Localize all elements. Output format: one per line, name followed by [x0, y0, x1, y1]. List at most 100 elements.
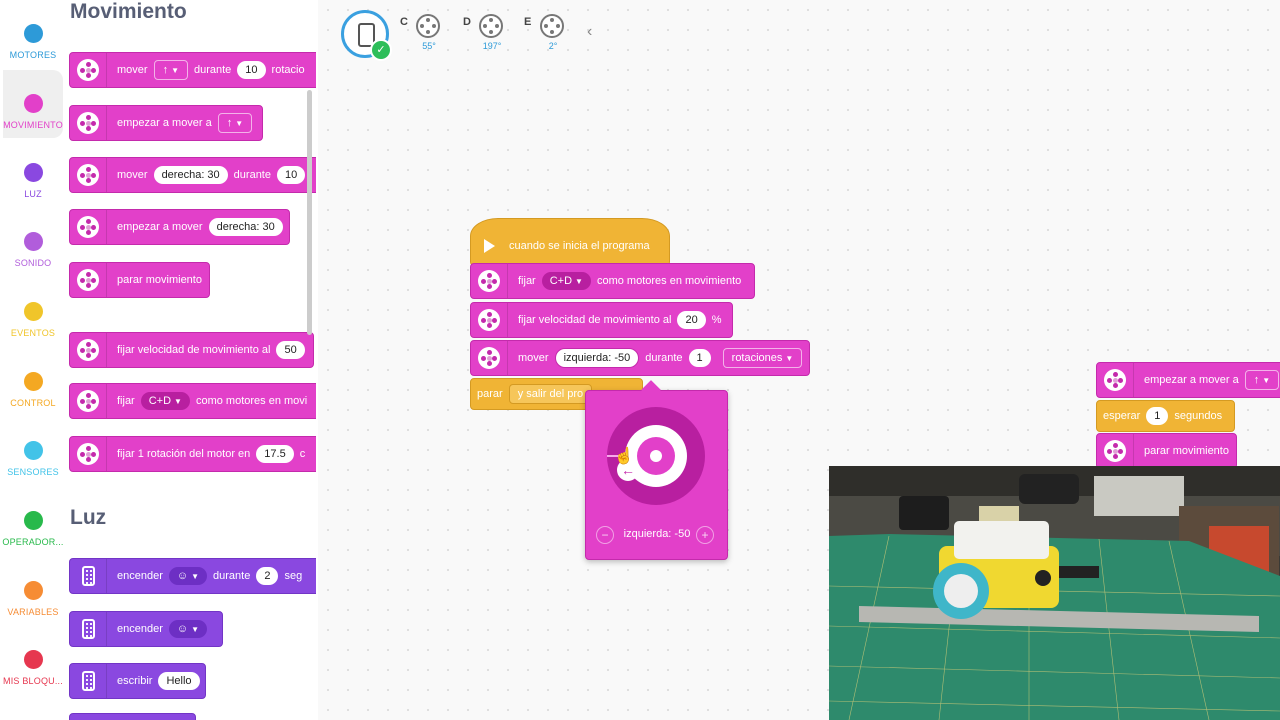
category-dot: [23, 302, 43, 321]
palette-light-on-duration-block[interactable]: encender ☺ ▼ durante 2 seg: [69, 558, 316, 594]
category-eventos[interactable]: EVENTOS: [0, 278, 66, 346]
category-luz[interactable]: LUZ: [0, 139, 66, 207]
speed-input[interactable]: 20: [677, 311, 706, 329]
wait-block[interactable]: esperar 1 segundos: [1096, 400, 1235, 432]
category-sensores[interactable]: SENSORES: [0, 417, 66, 485]
category-mis-bloques[interactable]: MIS BLOQU...: [0, 626, 66, 694]
ports-dropdown[interactable]: C+D ▼: [140, 392, 190, 410]
motor-pair-icon: [1097, 363, 1134, 397]
robot-photo: [829, 466, 1280, 720]
block-text: empezar a mover a: [1144, 374, 1239, 386]
category-dot: [23, 232, 43, 251]
value-input[interactable]: 17.5: [256, 445, 294, 463]
section-title-luz: Luz: [70, 506, 107, 529]
steering-input[interactable]: derecha: 30: [208, 218, 283, 236]
motor-pair-icon: [70, 333, 107, 367]
steering-input[interactable]: derecha: 30: [153, 166, 228, 184]
steering-dial-popup[interactable]: ← − izquierda: -50 +: [585, 380, 728, 560]
motor-pair-icon: [471, 303, 508, 337]
port-letter: E: [524, 16, 532, 28]
palette-scrollbar[interactable]: [307, 90, 312, 335]
caret-down-icon: ▼: [174, 397, 182, 406]
block-palette[interactable]: Movimiento mover ↑ ▼ durante 10 rotacio e…: [66, 0, 316, 720]
block-text: mover: [518, 352, 549, 364]
seconds-input[interactable]: 1: [1146, 407, 1169, 425]
palette-move-steer-block[interactable]: mover derecha: 30 durante 10: [69, 157, 316, 193]
caret-down-icon: ▼: [575, 277, 583, 286]
caret-down-icon: ▼: [1262, 376, 1271, 385]
category-dot: [23, 650, 43, 669]
category-dot: [23, 24, 43, 43]
hat-content: cuando se inicia el programa: [470, 228, 650, 264]
palette-move-direction-block[interactable]: mover ↑ ▼ durante 10 rotacio: [69, 52, 316, 88]
category-dot: [23, 581, 43, 600]
value-input[interactable]: 10: [276, 166, 306, 184]
category-operadores[interactable]: OPERADOR...: [0, 487, 66, 555]
palette-start-moving-steer-block[interactable]: empezar a mover derecha: 30: [69, 209, 290, 245]
hub-connection-button[interactable]: ✓: [341, 10, 392, 61]
play-icon: [484, 239, 495, 253]
dial-value: izquierda: -50: [623, 528, 691, 540]
stop-moving-block[interactable]: parar movimiento: [1096, 433, 1237, 469]
section-title-movimiento: Movimiento: [70, 0, 187, 23]
block-text: fijar velocidad de movimiento al: [518, 314, 672, 326]
chevron-left-icon[interactable]: ‹: [587, 23, 592, 41]
increase-button[interactable]: +: [696, 526, 714, 544]
motor-pair-icon: [70, 53, 107, 87]
direction-dropdown[interactable]: ↑ ▼: [153, 60, 188, 80]
block-text: segundos: [1174, 410, 1223, 422]
block-text: durante: [645, 352, 683, 364]
motor-pair-icon: [70, 158, 107, 192]
block-text: parar: [477, 388, 503, 400]
ports-dropdown[interactable]: C+D ▼: [541, 272, 591, 290]
light-matrix-icon: [70, 664, 107, 698]
palette-start-moving-block[interactable]: empezar a mover a ↑ ▼: [69, 105, 263, 141]
block-text: fijar: [518, 275, 536, 287]
direction-dropdown[interactable]: ↑ ▼: [217, 113, 253, 133]
duration-input[interactable]: 1: [688, 349, 711, 367]
motor-pair-icon: [70, 384, 107, 418]
palette-write-block[interactable]: escribir Hello: [69, 663, 206, 699]
palette-light-on-block[interactable]: encender ☺ ▼: [69, 611, 223, 647]
value-input[interactable]: 2: [256, 567, 279, 585]
caret-down-icon: ▼: [191, 572, 200, 581]
motor-pair-icon: [471, 264, 508, 298]
category-variables[interactable]: VARIABLES: [0, 557, 66, 625]
value-input[interactable]: 50: [276, 341, 305, 359]
image-dropdown[interactable]: ☺ ▼: [168, 567, 208, 585]
value-input[interactable]: 10: [237, 61, 266, 79]
text-input[interactable]: Hello: [158, 672, 200, 690]
hand-cursor-icon: ☝: [614, 448, 634, 465]
direction-dropdown[interactable]: ↑ ▼: [1244, 370, 1280, 390]
steering-wheel-icon: [637, 437, 675, 475]
decrease-button[interactable]: −: [596, 526, 614, 544]
category-motores[interactable]: MOTORES: [0, 0, 66, 68]
light-matrix-icon: [70, 559, 107, 593]
set-speed-block[interactable]: fijar velocidad de movimiento al 20 %: [470, 302, 733, 338]
set-movement-motors-block[interactable]: fijar C+D ▼ como motores en movimiento: [470, 263, 755, 299]
stop-option-dropdown[interactable]: y salir del pro: [508, 384, 593, 404]
port-letter: D: [463, 16, 471, 28]
category-control[interactable]: CONTROL: [0, 348, 66, 416]
move-block[interactable]: mover izquierda: -50 durante 1 rotacione…: [470, 340, 810, 376]
port-value: 197°: [482, 41, 502, 51]
caret-down-icon: ▼: [191, 625, 200, 634]
motor-pair-icon: [70, 263, 107, 297]
palette-set-speed-block[interactable]: fijar velocidad de movimiento al 50: [69, 332, 314, 368]
motor-pair-icon: [70, 106, 107, 140]
category-sonido[interactable]: SONIDO: [0, 208, 66, 276]
start-moving-block[interactable]: empezar a mover a ↑ ▼: [1096, 362, 1280, 398]
motor-icon: [479, 14, 503, 38]
palette-set-rotation-block[interactable]: fijar 1 rotación del motor en 17.5 c: [69, 436, 316, 472]
palette-stop-moving-block[interactable]: parar movimiento: [69, 262, 210, 298]
palette-next-block[interactable]: [69, 713, 196, 720]
port-letter: C: [400, 16, 408, 28]
palette-set-motors-block[interactable]: fijar C+D ▼ como motores en movi: [69, 383, 316, 419]
port-value: 55°: [422, 41, 436, 51]
image-dropdown[interactable]: ☺ ▼: [168, 620, 208, 638]
steering-input[interactable]: izquierda: -50: [554, 348, 640, 368]
category-movimiento[interactable]: MOVIMIENTO: [3, 70, 63, 138]
block-text: parar movimiento: [1144, 445, 1229, 457]
unit-dropdown[interactable]: rotaciones ▼: [722, 348, 803, 368]
motor-pair-icon: [70, 437, 107, 471]
